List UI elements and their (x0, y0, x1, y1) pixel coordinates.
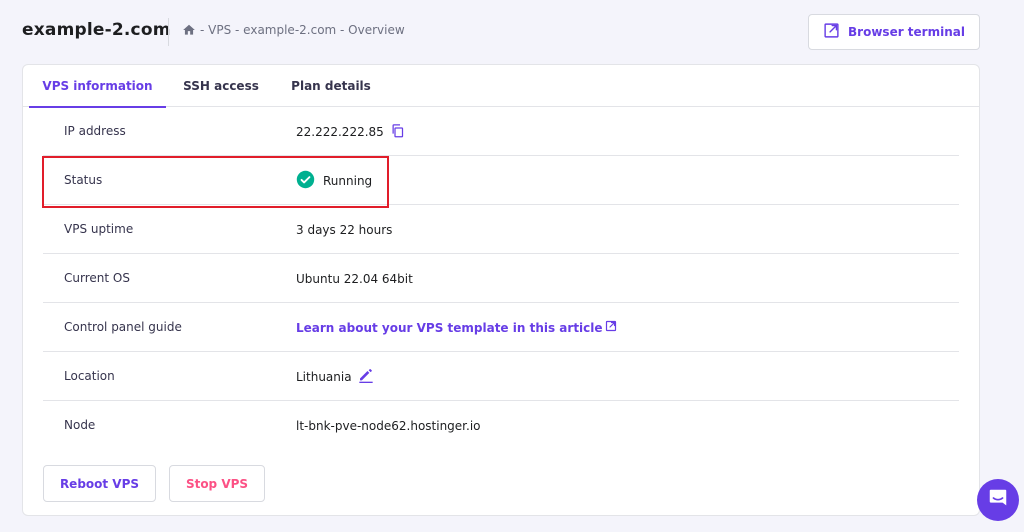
chat-icon (987, 487, 1009, 513)
check-circle-icon (296, 170, 315, 192)
row-label: Location (64, 369, 115, 383)
row-label: Status (64, 173, 103, 187)
top-bar: example-2.com - VPS - example-2.com - Ov… (0, 0, 1024, 64)
row-vps-uptime: VPS uptime 3 days 22 hours (43, 205, 959, 254)
row-label: Current OS (64, 271, 130, 285)
page-title: example-2.com (22, 20, 171, 40)
uptime-value: 3 days 22 hours (296, 222, 393, 237)
row-current-os: Current OS Ubuntu 22.04 64bit (43, 254, 959, 303)
row-value: lt-bnk-pve-node62.hostinger.io (296, 401, 481, 450)
location-value: Lithuania (296, 369, 352, 384)
row-location: Location Lithuania (43, 352, 959, 401)
breadcrumb-path: - VPS - example-2.com - Overview (200, 23, 405, 37)
row-label: IP address (64, 124, 126, 138)
status-value: Running (323, 173, 373, 188)
row-value: 3 days 22 hours (296, 205, 392, 254)
breadcrumb: - VPS - example-2.com - Overview (182, 23, 405, 37)
row-value: Lithuania (296, 352, 374, 401)
tab-ssh-access[interactable]: SSH access (177, 65, 265, 107)
row-value: Ubuntu 22.04 64bit (296, 254, 413, 303)
os-value: Ubuntu 22.04 64bit (296, 271, 413, 286)
ip-address-value: 22.222.222.85 (296, 124, 384, 139)
vps-template-article-link[interactable]: Learn about your VPS template in this ar… (296, 321, 603, 335)
external-link-icon[interactable] (605, 320, 617, 335)
row-node: Node lt-bnk-pve-node62.hostinger.io (43, 401, 959, 450)
row-ip-address: IP address 22.222.222.85 (43, 107, 959, 156)
tab-vps-information[interactable]: VPS information (29, 65, 166, 108)
stop-vps-button[interactable]: Stop VPS (169, 465, 265, 502)
header-divider (168, 18, 169, 46)
vps-actions: Reboot VPS Stop VPS (43, 465, 265, 502)
row-label: VPS uptime (64, 222, 134, 236)
row-value: Learn about your VPS template in this ar… (296, 303, 617, 352)
browser-terminal-label: Browser terminal (848, 25, 965, 39)
tab-plan-details[interactable]: Plan details (285, 65, 377, 107)
info-table: IP address 22.222.222.85 Status Running … (43, 107, 959, 450)
tab-bar: VPS information SSH access Plan details (23, 65, 979, 108)
row-value: Running (296, 156, 372, 205)
home-icon[interactable] (182, 23, 196, 37)
row-status: Status Running (43, 156, 959, 205)
node-value: lt-bnk-pve-node62.hostinger.io (296, 418, 481, 433)
reboot-vps-button[interactable]: Reboot VPS (43, 465, 156, 502)
row-control-panel-guide: Control panel guide Learn about your VPS… (43, 303, 959, 352)
pencil-icon[interactable] (358, 367, 374, 386)
vps-overview-card: VPS information SSH access Plan details … (22, 64, 980, 516)
chat-button[interactable] (977, 479, 1019, 521)
browser-terminal-button[interactable]: Browser terminal (808, 14, 980, 50)
copy-icon[interactable] (390, 123, 405, 141)
external-link-icon (823, 22, 840, 42)
row-value: 22.222.222.85 (296, 107, 405, 156)
row-label: Node (64, 418, 96, 432)
row-label: Control panel guide (64, 320, 182, 334)
